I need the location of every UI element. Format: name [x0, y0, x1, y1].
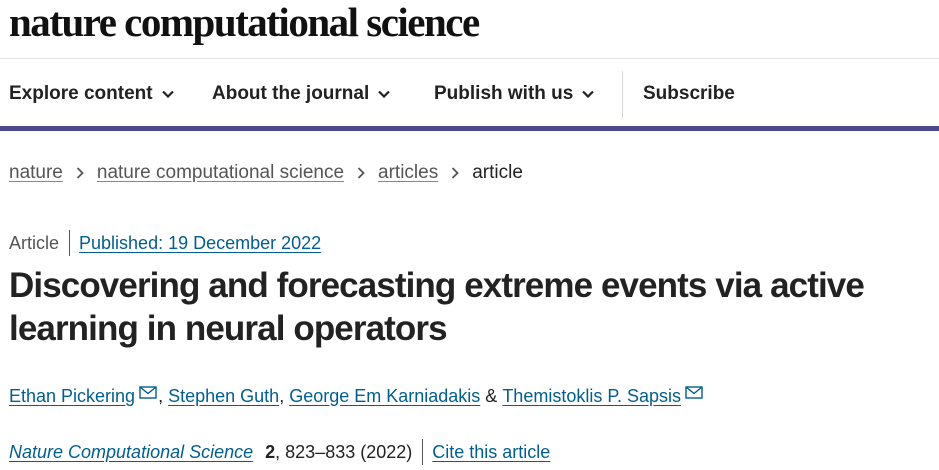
author-link[interactable]: Stephen Guth: [168, 386, 279, 407]
nav-divider: [622, 71, 623, 118]
published-date-link[interactable]: Published: 19 December 2022: [79, 233, 321, 254]
chevron-right-icon: [357, 167, 365, 179]
chevron-right-icon: [451, 167, 459, 179]
author-link[interactable]: George Em Karniadakis: [289, 386, 480, 407]
masthead-divider: [0, 58, 939, 59]
journal-masthead[interactable]: nature computational science: [9, 0, 480, 46]
nav-label: Subscribe: [643, 82, 735, 104]
journal-link[interactable]: Nature Computational Science: [9, 442, 253, 463]
email-icon[interactable]: [685, 385, 703, 399]
author-separator: &: [480, 385, 503, 406]
author-separator: ,: [279, 385, 290, 406]
author-link[interactable]: Ethan Pickering: [9, 386, 135, 407]
citation-divider: [422, 439, 424, 465]
article-type: Article: [9, 232, 60, 253]
journal-title[interactable]: nature computational science: [9, 0, 480, 44]
meta-divider: [69, 230, 71, 256]
volume-number: 2: [265, 441, 276, 462]
cite-this-article-link[interactable]: Cite this article: [432, 442, 550, 463]
chevron-down-icon: [378, 90, 391, 98]
pages-year: , 823–833 (2022): [275, 441, 413, 462]
author-separator: ,: [158, 385, 169, 406]
breadcrumb-articles[interactable]: articles: [378, 162, 438, 184]
breadcrumb-current: article: [472, 162, 523, 183]
citation-line: Nature Computational Science 2 , 823–833…: [9, 439, 550, 465]
author-link[interactable]: Themistoklis P. Sapsis: [502, 386, 681, 407]
article-title: Discovering and forecasting extreme even…: [9, 266, 865, 348]
author-list: Ethan Pickering , Stephen Guth , George …: [9, 383, 704, 409]
nav-publish-with-us[interactable]: Publish with us: [434, 60, 595, 127]
main-nav: Explore content About the journal Publis…: [0, 60, 939, 127]
chevron-down-icon: [161, 90, 174, 98]
chevron-right-icon: [76, 167, 84, 179]
nav-accent-bar: [0, 126, 939, 131]
nav-subscribe[interactable]: Subscribe: [643, 60, 735, 127]
email-icon[interactable]: [139, 385, 157, 399]
nav-label: About the journal: [212, 82, 370, 104]
breadcrumb-journal[interactable]: nature computational science: [97, 162, 344, 184]
nav-about-the-journal[interactable]: About the journal: [212, 60, 391, 127]
breadcrumb-nature[interactable]: nature: [9, 162, 63, 184]
article-meta: Article Published: 19 December 2022: [9, 230, 321, 256]
breadcrumb: nature nature computational science arti…: [9, 160, 523, 186]
chevron-down-icon: [582, 90, 595, 98]
nav-explore-content[interactable]: Explore content: [9, 60, 174, 127]
nav-label: Explore content: [9, 82, 153, 104]
nav-label: Publish with us: [434, 82, 574, 104]
